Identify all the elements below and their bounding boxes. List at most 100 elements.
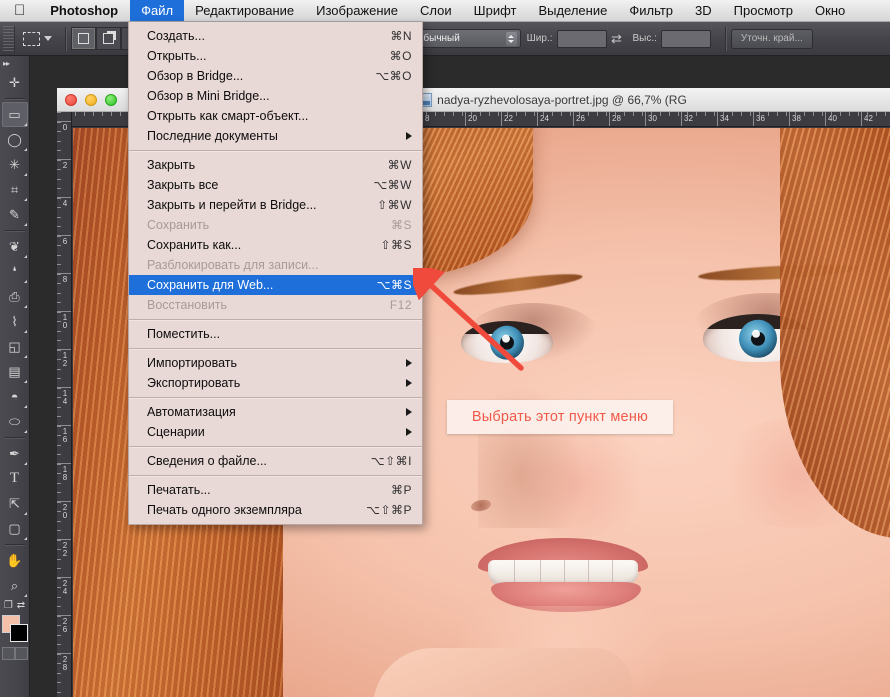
add-to-selection-icon[interactable] [96,27,121,50]
blur-tool[interactable]: ◓ [2,384,28,409]
menu-item-view[interactable]: Просмотр [723,0,804,21]
ruler-minor-tick [57,188,61,189]
color-swatches[interactable] [1,615,29,643]
ruler-minor-tick [471,112,472,116]
file-menu-item-label: Закрыть [147,158,196,172]
eyedropper-tool[interactable]: ✎ [2,202,28,227]
lasso-tool[interactable]: ◯ [2,127,28,152]
file-menu-item[interactable]: Сохранить для Web... ⌥⌘S [129,275,422,295]
rectangle-tool[interactable]: ▢ [2,516,28,541]
ruler-minor-tick [57,349,61,351]
ruler-tick-label: 20 [62,503,67,520]
file-menu-item-shortcut: ⌥⌘O [375,69,412,83]
file-menu-item-label: Сохранить [147,218,210,232]
spot-healing-brush-tool[interactable]: ❦ [2,234,28,259]
new-selection-icon[interactable] [71,27,96,50]
stepper-arrows-icon[interactable] [505,32,517,46]
file-menu-item-shortcut: ⌥⇧⌘I [370,454,412,468]
file-menu-item[interactable]: Сценарии [129,422,422,442]
file-menu-item[interactable]: Сохранить как... ⇧⌘S [129,235,422,255]
menu-separator [129,348,422,349]
file-menu-item[interactable]: Печать одного экземпляра ⌥⇧⌘P [129,500,422,520]
zoom-tool[interactable]: ⌕ [2,573,28,598]
ruler-tick-label: 42 [864,114,873,123]
file-menu-item-label: Создать... [147,29,205,43]
brush-tool[interactable]: ❛ [2,259,28,284]
hand-tool[interactable]: ✋ [2,548,28,573]
file-menu-item[interactable]: Последние документы [129,126,422,146]
ruler-tick-label: 22 [62,541,67,558]
move-tool[interactable]: ✛ [2,70,28,95]
file-menu-item[interactable]: Автоматизация [129,402,422,422]
menu-item-edit[interactable]: Редактирование [184,0,305,21]
ruler-minor-tick [624,112,625,116]
active-tool-preset[interactable] [15,31,60,46]
menu-item-type[interactable]: Шрифт [463,0,528,21]
vertical-ruler[interactable]: 0246810121416182022242628 [57,112,72,697]
tools-panel-collapse-handle[interactable]: ▸▸ [0,56,29,70]
chevron-down-icon[interactable] [44,36,52,41]
horizontal-type-tool[interactable]: T [2,466,28,491]
width-input[interactable] [556,29,607,48]
file-menu-item[interactable]: Экспортировать [129,373,422,393]
file-menu-item[interactable]: Закрыть и перейти в Bridge... ⇧⌘W [129,195,422,215]
file-menu-item[interactable]: Открыть как смарт-объект... [129,106,422,126]
path-selection-tool[interactable]: ⇱ [2,491,28,516]
quick-mask-icon[interactable] [1,647,28,660]
menu-item-layers[interactable]: Слои [409,0,463,21]
magic-wand-tool[interactable]: ✳ [2,152,28,177]
swap-colors-icon[interactable]: ⇄ [17,600,25,611]
height-input[interactable] [660,29,711,48]
submenu-arrow-icon [406,359,412,367]
menu-item-filter[interactable]: Фильтр [618,0,684,21]
menu-item-file[interactable]: Файл [130,0,185,21]
ruler-minor-tick [876,112,877,116]
ruler-minor-tick [57,131,61,132]
file-menu-item[interactable]: Сведения о файле... ⌥⇧⌘I [129,451,422,471]
pen-tool[interactable]: ✒ [2,441,28,466]
file-menu-item-shortcut: ⌘W [387,158,412,172]
ruler-minor-tick [597,112,598,116]
file-menu-item[interactable]: Импортировать [129,353,422,373]
file-menu-item[interactable]: Закрыть все ⌥⌘W [129,175,422,195]
ruler-minor-tick [804,112,805,116]
menu-item-select[interactable]: Выделение [527,0,618,21]
rectangular-marquee-tool[interactable]: ▭ [1,102,28,127]
ruler-tick-label: 28 [612,114,621,123]
file-menu-item[interactable]: Печатать... ⌘P [129,480,422,500]
gradient-tool[interactable]: ▤ [2,359,28,384]
menu-item-photoshop[interactable]: Photoshop [38,0,130,21]
history-brush-tool[interactable]: ⌇ [2,309,28,334]
options-bar-grip[interactable] [3,25,15,52]
menu-item-window[interactable]: Окно [804,0,856,21]
dodge-tool[interactable]: ⬭ [2,409,28,434]
ruler-minor-tick [57,245,61,246]
ruler-minor-tick [57,264,61,265]
background-color-swatch[interactable] [9,624,28,642]
crop-tool[interactable]: ⌗ [2,177,28,202]
default-colors-icon[interactable]: ❐ [4,600,13,611]
ruler-minor-tick [525,112,526,116]
ruler-minor-tick [480,112,481,116]
file-menu-item[interactable]: Обзор в Bridge... ⌥⌘O [129,66,422,86]
file-menu-item-shortcut: ⌘P [390,483,412,497]
ruler-minor-tick [444,112,445,116]
swap-width-height-icon[interactable]: ⇄ [607,30,627,48]
eraser-tool[interactable]: ◱ [2,334,28,359]
ruler-minor-tick [57,178,61,180]
file-menu-item[interactable]: Поместить... [129,324,422,344]
file-menu-item[interactable]: Обзор в Mini Bridge... [129,86,422,106]
file-menu-dropdown[interactable]: Создать... ⌘N Открыть... ⌘O Обзор в Bridge..… [128,22,423,525]
menu-item-3d[interactable]: 3D [684,0,723,21]
ruler-minor-tick [57,577,61,579]
clone-stamp-tool[interactable]: ⎙ [2,284,28,309]
refine-edge-button[interactable]: Уточн. край... [730,28,813,49]
file-menu-item[interactable]: Закрыть ⌘W [129,155,422,175]
apple-logo-icon[interactable]:  [0,0,38,21]
file-menu-item: Разблокировать для записи... [129,255,422,275]
file-menu-item[interactable]: Открыть... ⌘O [129,46,422,66]
style-select[interactable]: Обычный [410,29,521,48]
file-menu-item[interactable]: Создать... ⌘N [129,26,422,46]
menu-item-image[interactable]: Изображение [305,0,409,21]
ruler-minor-tick [57,378,61,379]
